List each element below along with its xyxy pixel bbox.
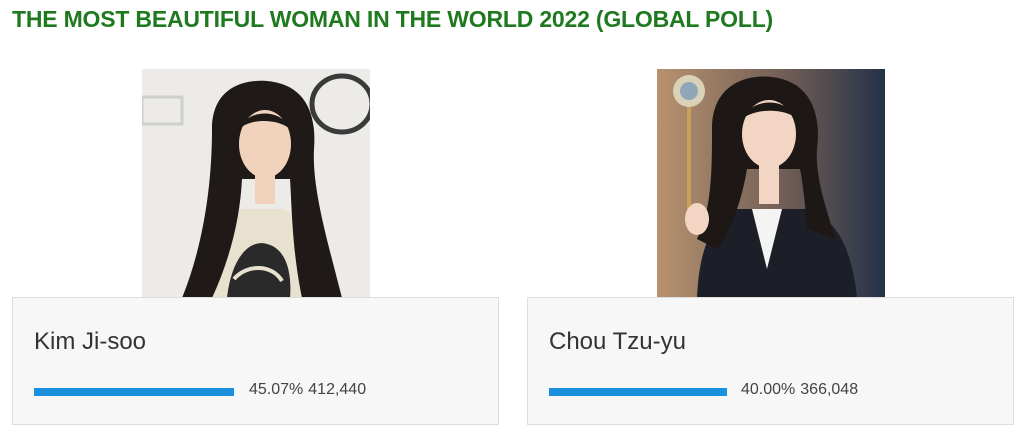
vote-percentage: 40.00% <box>741 381 796 398</box>
candidate-name[interactable]: Chou Tzu-yu <box>549 328 686 356</box>
candidate-info-card: Chou Tzu-yu 40.00% 366,048 <box>527 297 1014 425</box>
poll-title: THE MOST BEAUTIFUL WOMAN IN THE WORLD 20… <box>12 6 773 32</box>
vote-count: 366,048 <box>800 381 859 398</box>
vote-progress-fill <box>34 388 234 396</box>
candidate-photo-image <box>657 69 885 298</box>
vote-percentage: 45.07% <box>249 381 304 398</box>
candidate-name[interactable]: Kim Ji-soo <box>34 328 146 356</box>
candidate-info-card: Kim Ji-soo 45.07% 412,440 <box>12 297 499 425</box>
vote-stats: 45.07% 412,440 <box>249 381 366 399</box>
candidate-card-1[interactable]: Kim Ji-soo 45.07% 412,440 <box>12 69 499 425</box>
candidate-photo-image <box>142 69 370 298</box>
vote-progress-bar <box>549 388 727 396</box>
vote-count: 412,440 <box>308 381 367 398</box>
vote-stats: 40.00% 366,048 <box>741 381 858 399</box>
candidate-card-2[interactable]: Chou Tzu-yu 40.00% 366,048 <box>527 69 1014 425</box>
candidate-photo[interactable] <box>142 69 370 298</box>
candidate-photo[interactable] <box>657 69 885 298</box>
vote-progress-fill <box>549 388 727 396</box>
vote-progress-bar <box>34 388 234 396</box>
